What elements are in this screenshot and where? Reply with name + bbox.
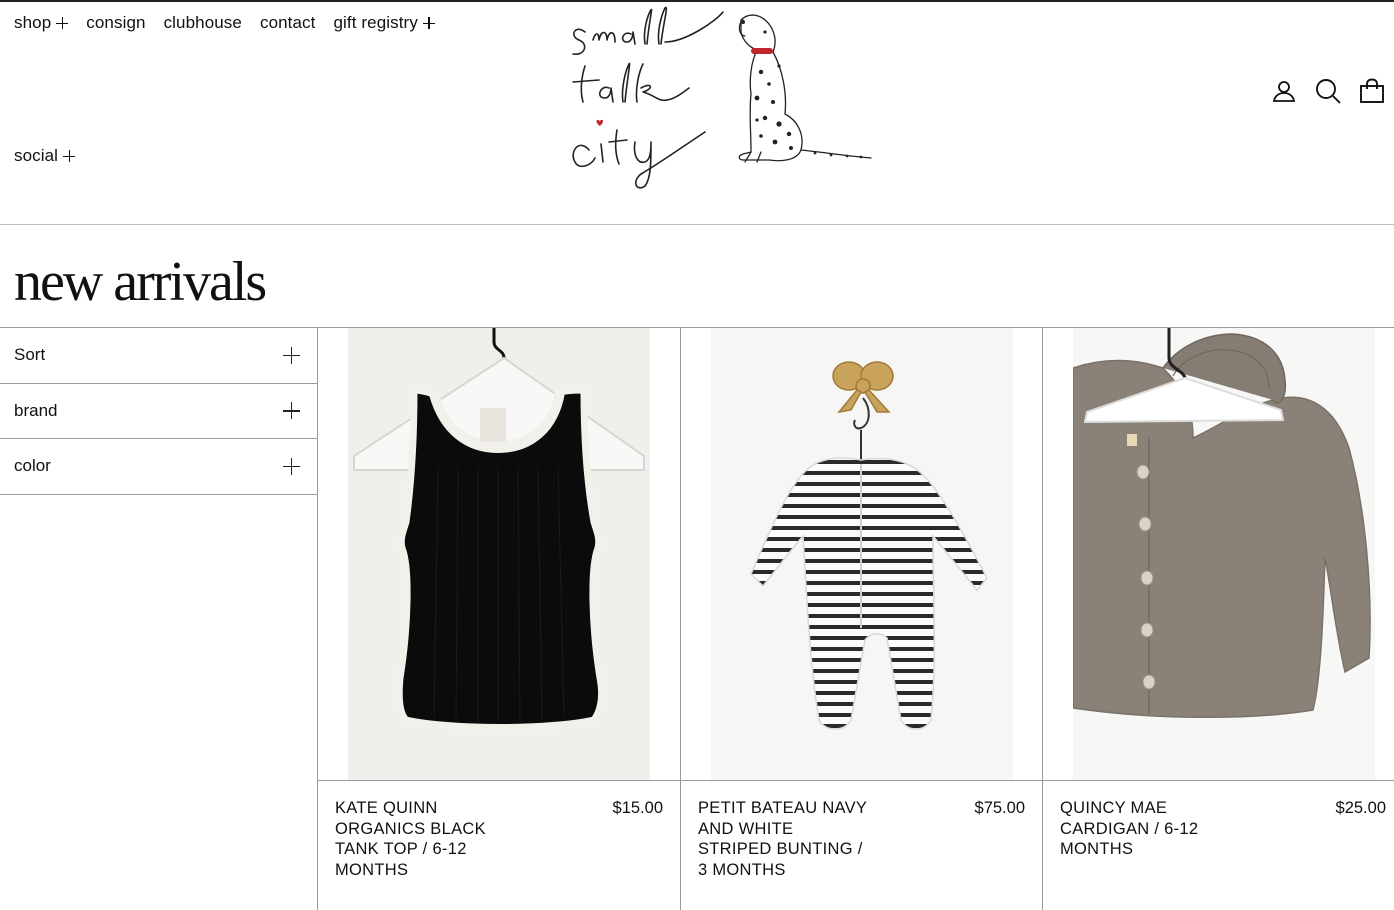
nav-social-label: social: [14, 146, 59, 165]
bunting-photo: [711, 328, 1013, 780]
nav-contact-label: contact: [259, 13, 316, 32]
filter-brand[interactable]: brand: [0, 384, 317, 439]
product-price: $15.00: [612, 799, 663, 817]
nav-social[interactable]: social: [14, 146, 76, 166]
cart-icon[interactable]: [1358, 77, 1386, 105]
expand-plus-icon: [283, 402, 300, 420]
divider: [318, 780, 680, 781]
filter-sort-label: Sort: [14, 345, 46, 365]
cardigan-photo: [1073, 328, 1375, 780]
nav-gift-registry[interactable]: gift registry: [333, 13, 435, 33]
product-image[interactable]: [681, 328, 1042, 780]
filter-sidebar: Sort brand color: [0, 328, 317, 495]
site-header: shop consign clubhouse contact gift regi…: [0, 0, 1394, 225]
plus-icon: [56, 17, 69, 29]
filter-color-label: color: [14, 456, 51, 476]
product-name[interactable]: KATE QUINN ORGANICS BLACK TANK TOP / 6-1…: [335, 798, 505, 880]
nav-clubhouse[interactable]: clubhouse: [164, 13, 242, 33]
nav-shop[interactable]: shop: [14, 13, 69, 33]
divider: [681, 780, 1042, 781]
nav-shop-label: shop: [14, 13, 52, 32]
product-name[interactable]: PETIT BATEAU NAVY AND WHITE STRIPED BUNT…: [698, 798, 868, 880]
expand-plus-icon: [283, 457, 300, 475]
header-icons: [1270, 77, 1386, 105]
main-nav: shop consign clubhouse contact gift regi…: [14, 13, 435, 33]
filter-sort[interactable]: Sort: [0, 328, 317, 384]
nav-consign-label: consign: [86, 13, 146, 32]
nav-gift-registry-label: gift registry: [333, 13, 418, 32]
nav-contact[interactable]: contact: [260, 13, 316, 33]
product-card[interactable]: PETIT BATEAU NAVY AND WHITE STRIPED BUNT…: [680, 328, 1042, 910]
filter-brand-label: brand: [14, 400, 58, 420]
product-price: $25.00: [1335, 799, 1386, 817]
product-image[interactable]: [1043, 328, 1394, 780]
product-image[interactable]: [318, 328, 680, 780]
product-card[interactable]: KATE QUINN ORGANICS BLACK TANK TOP / 6-1…: [317, 328, 680, 910]
divider: [1043, 780, 1394, 781]
page-title: new arrivals: [14, 251, 267, 313]
nav-clubhouse-label: clubhouse: [163, 13, 242, 32]
search-icon[interactable]: [1314, 77, 1342, 105]
filter-color[interactable]: color: [0, 439, 317, 495]
account-icon[interactable]: [1270, 77, 1298, 105]
tank-top-photo: [348, 328, 650, 780]
plus-icon: [422, 17, 435, 29]
expand-plus-icon: [283, 346, 300, 364]
product-price: $75.00: [974, 799, 1025, 817]
nav-consign[interactable]: consign: [86, 13, 145, 33]
plus-icon: [63, 150, 76, 162]
site-logo[interactable]: [565, 2, 877, 194]
product-card[interactable]: QUINCY MAE CARDIGAN / 6-12 MONTHS $25.00: [1042, 328, 1394, 910]
product-name[interactable]: QUINCY MAE CARDIGAN / 6-12 MONTHS: [1060, 798, 1230, 860]
